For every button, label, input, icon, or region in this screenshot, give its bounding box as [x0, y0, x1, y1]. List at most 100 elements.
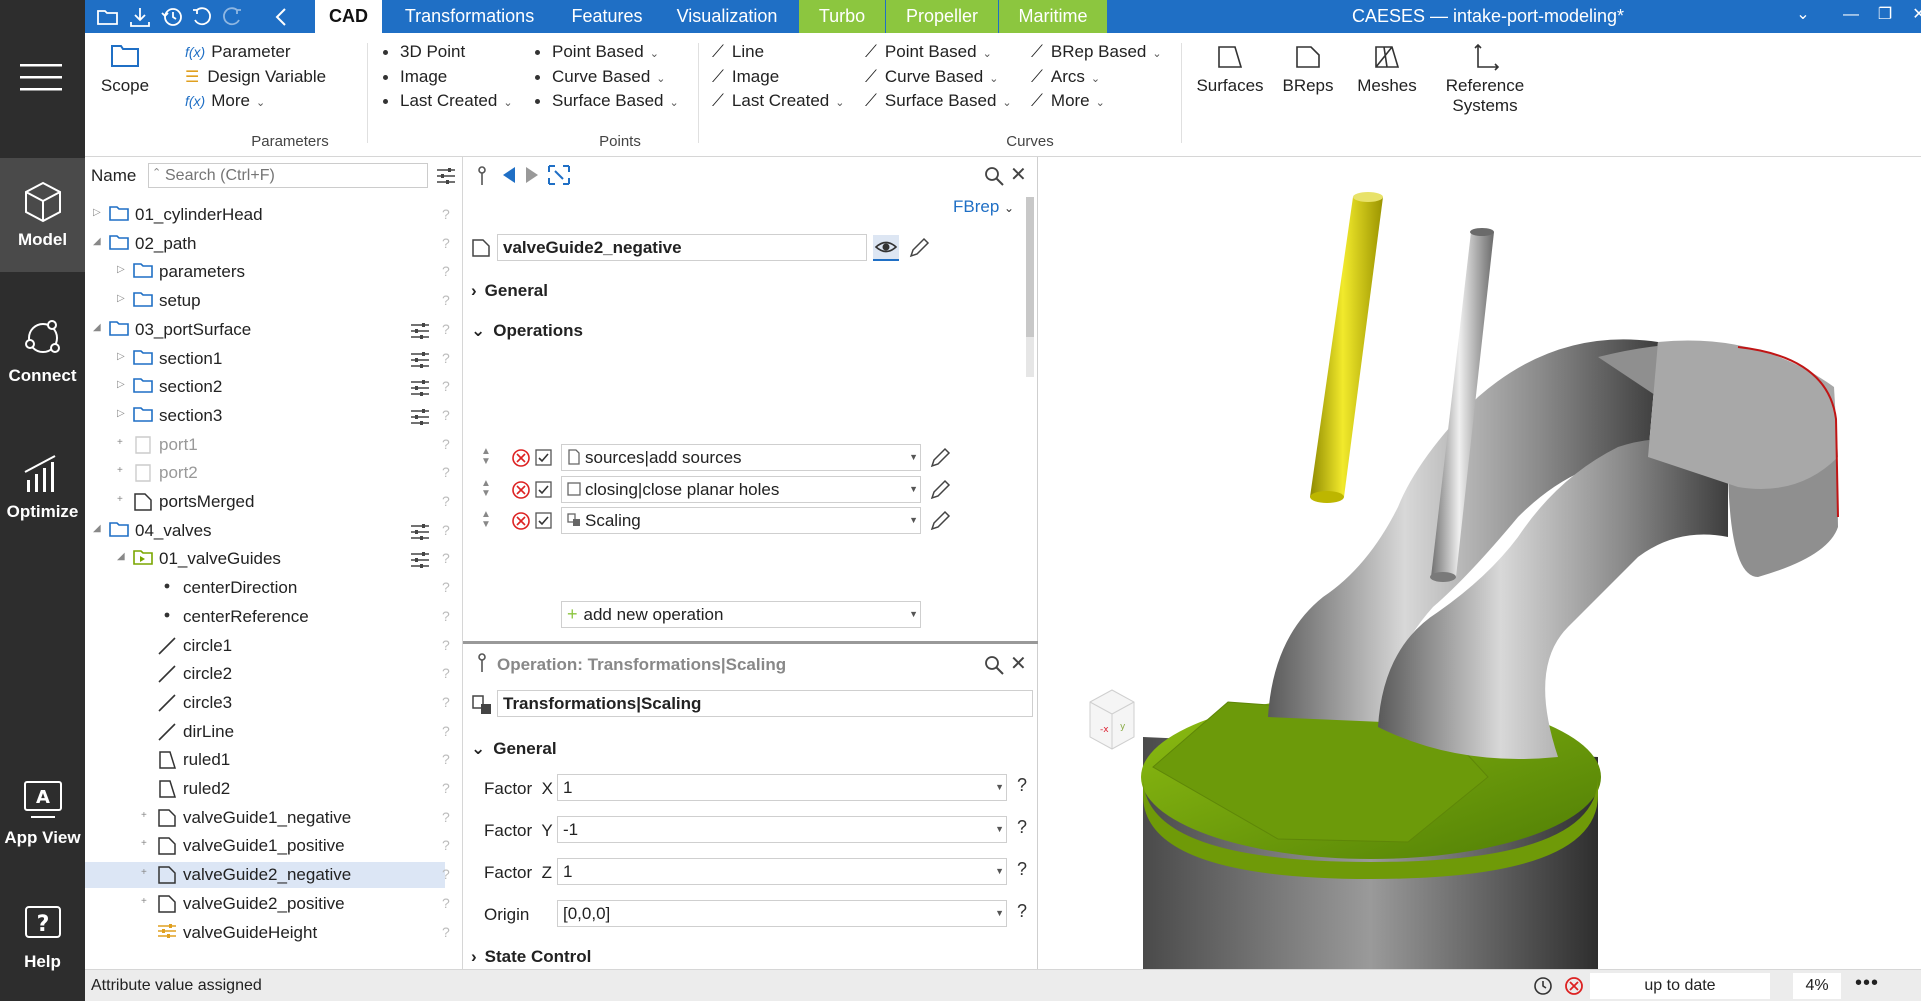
operation-field[interactable]: Scaling ▼	[561, 507, 921, 534]
operation-name-field[interactable]: Transformations|Scaling	[497, 690, 1033, 717]
operation-row[interactable]: ▲ ▼ sources|add sources ▼	[463, 444, 1038, 472]
parameters-more-button[interactable]: f(x) More ⌄	[185, 91, 265, 111]
expand-plus-icon[interactable]: +	[141, 838, 147, 849]
state-control-section-header[interactable]: › State Control	[471, 947, 591, 967]
expand-arrow-icon[interactable]: ▷	[93, 207, 101, 218]
operation-field[interactable]: sources|add sources ▼	[561, 444, 921, 471]
history-clock-icon[interactable]	[1531, 975, 1555, 997]
tab-propeller[interactable]: Propeller	[886, 0, 998, 33]
expand-arrow-icon[interactable]: ▷	[117, 351, 125, 362]
expand-plus-icon[interactable]: +	[117, 437, 123, 448]
remove-operation-icon[interactable]	[511, 480, 531, 500]
minimize-button[interactable]: —	[1833, 0, 1869, 30]
reference-systems-button[interactable]: Reference Systems	[1430, 43, 1540, 116]
reorder-handle-icon[interactable]: ▲ ▼	[481, 447, 491, 467]
tree-item[interactable]: + port1?	[85, 432, 450, 458]
general-section-header[interactable]: › General	[471, 281, 548, 301]
history-icon[interactable]	[159, 4, 185, 30]
factor-x-input[interactable]: 1 ▼	[557, 774, 1007, 801]
filter-settings-icon[interactable]	[436, 167, 456, 185]
add-operation-field[interactable]: + add new operation ▼	[561, 601, 921, 628]
remove-operation-icon[interactable]	[511, 448, 531, 468]
operations-section-header[interactable]: ⌄ Operations	[471, 321, 583, 341]
help-icon[interactable]: ?	[442, 837, 450, 853]
help-icon[interactable]: ?	[442, 263, 450, 279]
tree-item[interactable]: ▷ section1?	[85, 346, 450, 372]
tree-item[interactable]: centerDirection?	[85, 575, 450, 601]
factor-x-help-icon[interactable]: ?	[1017, 775, 1027, 796]
help-icon[interactable]: ?	[442, 866, 450, 882]
factor-z-input[interactable]: 1 ▼	[557, 858, 1007, 885]
point-last-created-button[interactable]: Last Created ⌄	[383, 91, 513, 111]
help-icon[interactable]: ?	[442, 378, 450, 394]
collapse-arrow-icon[interactable]: ◢	[117, 551, 125, 562]
origin-input[interactable]: [0,0,0] ▼	[557, 900, 1007, 927]
search-icon[interactable]	[983, 654, 1005, 676]
scope-button[interactable]: Scope	[95, 41, 155, 96]
visibility-toggle[interactable]	[873, 235, 899, 261]
expand-arrow-icon[interactable]: ▷	[117, 408, 125, 419]
operation-row[interactable]: ▲ ▼ closing|close planar holes ▼	[463, 475, 1038, 504]
tree-item[interactable]: ▷ section2?	[85, 374, 450, 400]
settings-slider-icon[interactable]	[410, 408, 430, 426]
tab-cad[interactable]: CAD	[315, 0, 382, 33]
close-icon[interactable]: ✕	[1010, 651, 1027, 676]
help-icon[interactable]: ?	[442, 637, 450, 653]
help-icon[interactable]: ?	[442, 493, 450, 509]
brep-based-button[interactable]: ⟋ BRep Based ⌄	[1031, 42, 1162, 62]
help-icon[interactable]: ?	[442, 550, 450, 566]
select-in-tree-icon[interactable]	[547, 164, 571, 186]
tab-maritime[interactable]: Maritime	[999, 0, 1107, 33]
edit-icon[interactable]	[929, 447, 951, 469]
reorder-handle-icon[interactable]: ▲ ▼	[481, 510, 491, 530]
expand-plus-icon[interactable]: +	[117, 494, 123, 505]
factor-y-help-icon[interactable]: ?	[1017, 817, 1027, 838]
point-image-button[interactable]: Image	[383, 67, 447, 87]
restore-button[interactable]: ❐	[1867, 0, 1903, 30]
tab-features[interactable]: Features	[557, 0, 657, 33]
tree-item[interactable]: ◢ 04_valves?	[85, 518, 450, 544]
help-icon[interactable]: ?	[442, 292, 450, 308]
tab-transformations[interactable]: Transformations	[382, 0, 557, 33]
tree-item[interactable]: ▷ 01_cylinderHead?	[85, 202, 450, 228]
tab-turbo[interactable]: Turbo	[799, 0, 885, 33]
help-icon[interactable]: ?	[442, 407, 450, 423]
save-icon[interactable]	[127, 4, 153, 30]
settings-slider-icon[interactable]	[410, 351, 430, 369]
settings-slider-icon[interactable]	[410, 379, 430, 397]
tree-item[interactable]: + valveGuide2_positive?	[85, 891, 450, 917]
pin-icon[interactable]	[475, 165, 489, 187]
factor-z-help-icon[interactable]: ?	[1017, 859, 1027, 880]
point-based-button[interactable]: Point Based ⌄	[535, 42, 659, 62]
operation-field[interactable]: closing|close planar holes ▼	[561, 475, 921, 503]
help-icon[interactable]: ?	[442, 608, 450, 624]
tree-item[interactable]: + portsMerged?	[85, 489, 450, 515]
search-box[interactable]: ⌃	[148, 163, 428, 188]
expand-plus-icon[interactable]: +	[141, 867, 147, 878]
tree-item[interactable]: ▷ setup?	[85, 288, 450, 314]
line-button[interactable]: ⟋ Line	[712, 42, 764, 62]
expand-plus-icon[interactable]: +	[117, 465, 123, 476]
surface-based-point-button[interactable]: Surface Based ⌄	[535, 91, 679, 111]
help-icon[interactable]: ?	[442, 206, 450, 222]
edit-icon[interactable]	[908, 237, 930, 259]
checkbox-checked-icon[interactable]	[535, 512, 553, 530]
tree-item[interactable]: ◢ 03_portSurface?	[85, 317, 450, 343]
forward-nav-icon[interactable]	[523, 165, 541, 185]
sidebar-item-help[interactable]: ? Help	[0, 890, 85, 990]
tree-item[interactable]: ◢ 02_path?	[85, 231, 450, 257]
help-icon[interactable]: ?	[442, 350, 450, 366]
expand-plus-icon[interactable]: +	[141, 896, 147, 907]
help-icon[interactable]: ?	[442, 895, 450, 911]
tree-item[interactable]: centerReference?	[85, 604, 450, 630]
curve-point-based-button[interactable]: ⟋ Point Based ⌄	[865, 42, 992, 62]
sidebar-item-optimize[interactable]: Optimize	[0, 430, 85, 530]
surfaces-button[interactable]: Surfaces	[1190, 43, 1270, 96]
curve-surface-based-button[interactable]: ⟋ Surface Based ⌄	[865, 91, 1012, 111]
tree-item[interactable]: ◢ 01_valveGuides?	[85, 546, 450, 572]
help-icon[interactable]: ?	[442, 522, 450, 538]
tree-item[interactable]: + valveGuide1_negative?	[85, 805, 450, 831]
factor-y-input[interactable]: -1 ▼	[557, 816, 1007, 843]
expand-arrow-icon[interactable]: ▷	[117, 293, 125, 304]
help-icon[interactable]: ?	[442, 780, 450, 796]
